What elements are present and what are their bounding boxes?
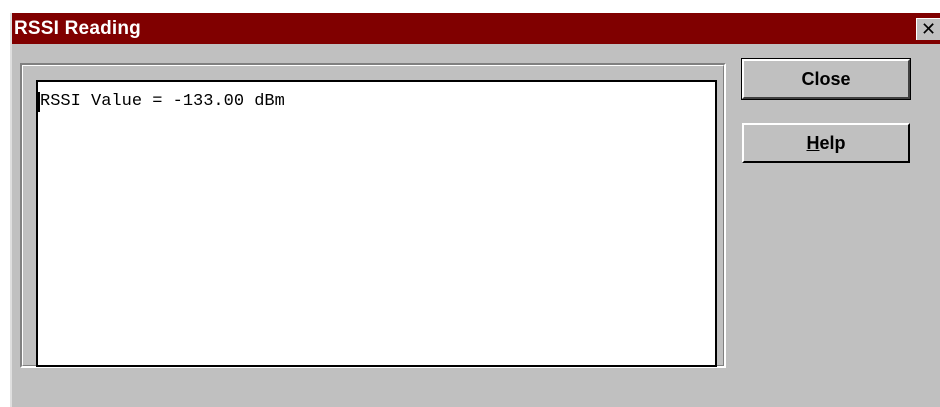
help-label-rest: elp: [819, 133, 846, 153]
rssi-output-textbox[interactable]: RSSI Value = -133.00 dBm: [36, 80, 717, 367]
window-title: RSSI Reading: [14, 18, 141, 39]
rssi-value-text: RSSI Value = -133.00 dBm: [40, 92, 285, 111]
help-mnemonic: H: [806, 133, 820, 153]
help-button[interactable]: Help: [742, 123, 910, 163]
close-button[interactable]: Close: [741, 58, 911, 100]
close-icon[interactable]: ✕: [916, 18, 940, 40]
title-bar[interactable]: RSSI Reading ✕: [12, 13, 940, 44]
